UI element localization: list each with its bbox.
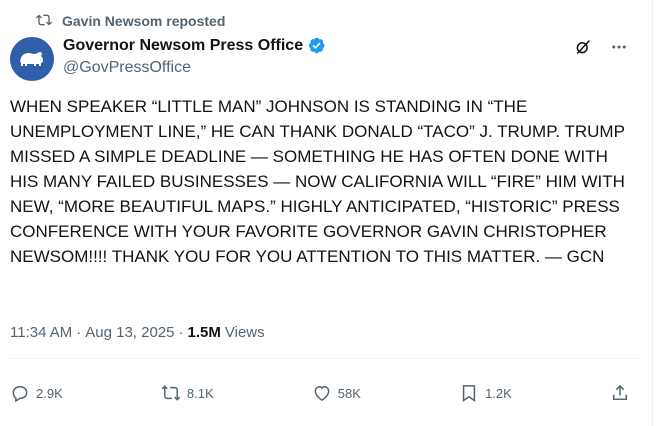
verified-badge-icon[interactable] <box>307 36 326 55</box>
meta-separator: · <box>178 324 184 341</box>
reply-button[interactable]: 2.9K <box>10 383 63 403</box>
post-card[interactable]: Gavin Newsom reposted Governor Newsom Pr… <box>0 0 653 426</box>
repost-icon <box>161 385 181 401</box>
repost-icon <box>36 12 52 31</box>
bookmark-count: 1.2K <box>485 385 512 401</box>
author-display-name[interactable]: Governor Newsom Press Office <box>63 37 303 55</box>
repost-indicator[interactable]: Gavin Newsom reposted <box>36 11 225 31</box>
avatar[interactable] <box>10 37 54 81</box>
author-handle[interactable]: @GovPressOffice <box>63 59 191 77</box>
post-time[interactable]: 11:34 AM <box>10 324 72 341</box>
divider <box>10 358 640 359</box>
post-text: WHEN SPEAKER “LITTLE MAN” JOHNSON IS STA… <box>10 97 630 266</box>
repost-button[interactable]: 8.1K <box>161 383 214 403</box>
views-count[interactable]: 1.5M <box>188 324 221 341</box>
share-icon <box>612 384 627 400</box>
bookmark-button[interactable]: 1.2K <box>459 383 512 403</box>
more-icon[interactable] <box>608 36 630 58</box>
bear-logo-icon <box>20 52 43 66</box>
like-icon <box>314 385 330 401</box>
like-count: 58K <box>337 385 361 401</box>
grok-icon[interactable] <box>572 36 594 58</box>
like-button[interactable]: 58K <box>312 383 361 403</box>
reply-icon <box>12 386 28 403</box>
post-metadata: 11:34 AM · Aug 13, 2025 · 1.5M Views <box>10 324 265 341</box>
post-date[interactable]: Aug 13, 2025 <box>85 324 174 341</box>
share-button[interactable] <box>610 383 630 403</box>
meta-separator: · <box>76 324 82 341</box>
repost-label: Gavin Newsom reposted <box>62 13 226 29</box>
views-label: Views <box>224 324 265 341</box>
bookmark-icon <box>462 385 476 402</box>
action-bar: 2.9K 8.1K 58K 1.2K <box>10 378 630 408</box>
reply-count: 2.9K <box>36 385 63 401</box>
repost-count: 8.1K <box>186 385 214 401</box>
